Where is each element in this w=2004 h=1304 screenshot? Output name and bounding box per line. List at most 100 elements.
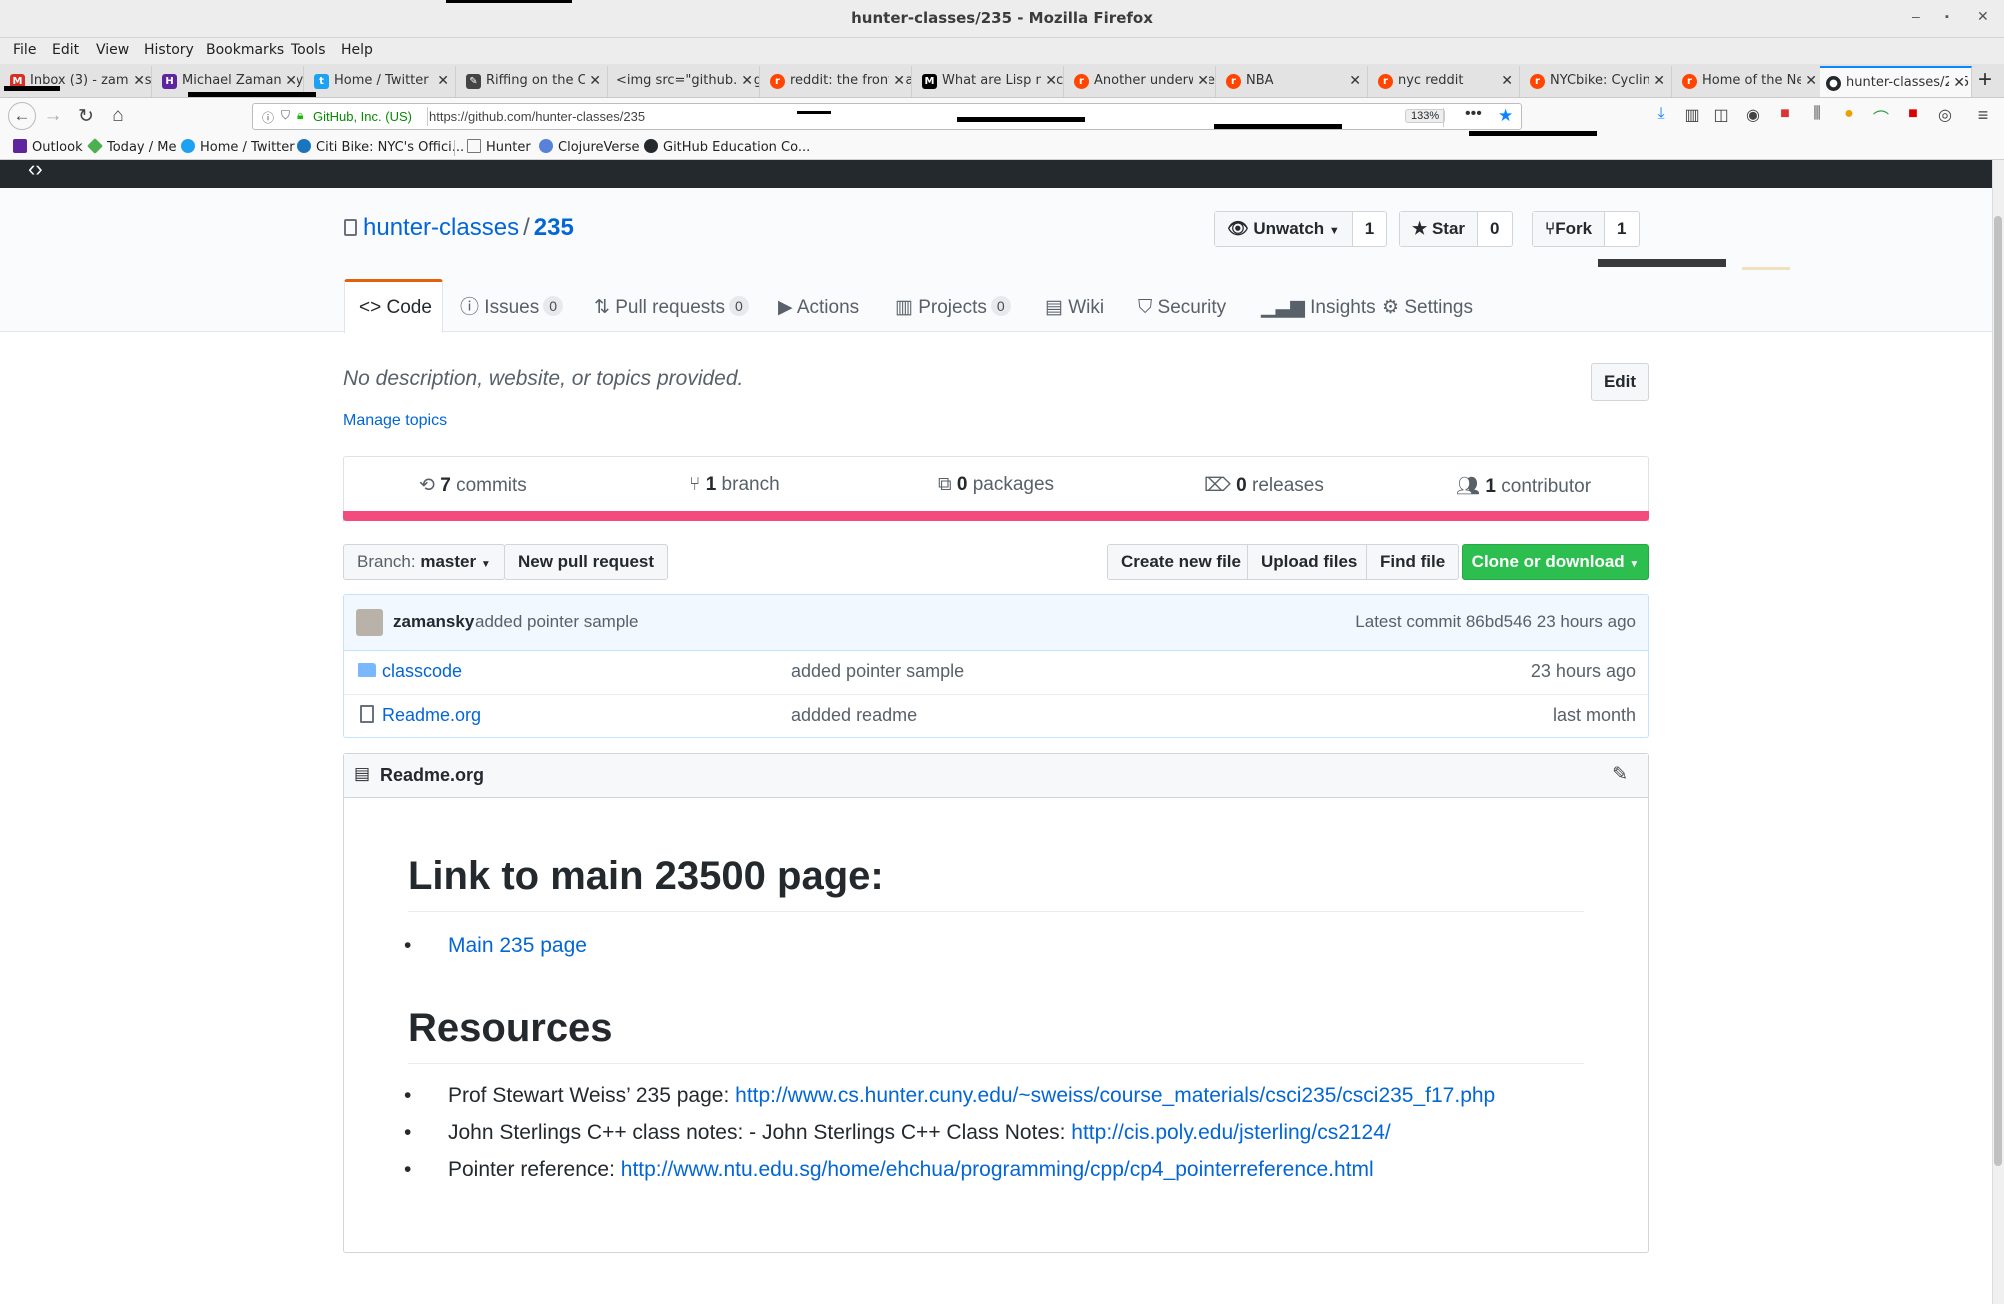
extension-icon[interactable]: ⫼ <box>1804 105 1830 123</box>
tab-close-icon[interactable]: ✕ <box>1041 66 1057 96</box>
browser-tab[interactable]: r NYCbike: Cycling ✕ <box>1524 66 1672 97</box>
avatar[interactable] <box>356 609 383 636</box>
forward-button[interactable]: → <box>40 105 66 127</box>
tab-close-icon[interactable]: ✕ <box>1649 66 1665 96</box>
clone-or-download-button[interactable]: Clone or download ▼ <box>1462 544 1649 580</box>
main-page-link[interactable]: Main 235 page <box>448 934 587 957</box>
tab-close-icon[interactable]: ✕ <box>737 66 753 96</box>
tab-close-icon[interactable]: ✕ <box>129 66 145 96</box>
resource-link[interactable]: http://www.cs.hunter.cuny.edu/~sweiss/co… <box>735 1084 1495 1107</box>
file-name-link[interactable]: Readme.org <box>382 705 481 726</box>
bookmark-item[interactable]: Today / Me <box>87 138 176 155</box>
tab-close-icon[interactable]: ✕ <box>433 66 449 96</box>
new-tab-button[interactable]: + <box>1978 66 1992 94</box>
hamburger-menu-icon[interactable]: ≡ <box>1970 105 1996 126</box>
bookmark-star-icon[interactable]: ★ <box>1498 106 1513 126</box>
sidebar-icon[interactable]: ◫ <box>1708 105 1734 125</box>
info-icon[interactable]: ⓘ <box>262 109 274 126</box>
reload-button[interactable]: ↻ <box>73 105 99 128</box>
releases-link[interactable]: ⌦ 0 releases <box>1204 474 1324 497</box>
tab-code[interactable]: <> Code <box>344 279 443 333</box>
extension-icon[interactable]: ● <box>1836 105 1862 123</box>
tab-security[interactable]: ⛉ Security <box>1138 279 1226 332</box>
browser-tab[interactable]: ✎ Riffing on the CS ✕ <box>460 66 608 97</box>
browser-tab[interactable]: r Home of the New ✕ <box>1676 66 1824 97</box>
tab-close-icon[interactable]: ✕ <box>1949 68 1965 97</box>
tab-close-icon[interactable]: ✕ <box>585 66 601 96</box>
stars-count[interactable]: 0 <box>1478 212 1511 246</box>
create-new-file-button[interactable]: Create new file <box>1107 544 1255 580</box>
browser-tab[interactable]: rreddit: the front page✕ <box>764 66 912 97</box>
menu-history[interactable]: History <box>144 42 194 58</box>
branch-select-button[interactable]: Branch: master ▼ <box>343 544 505 580</box>
tracking-shield-icon[interactable]: ⛉ <box>281 108 290 123</box>
resource-link[interactable]: http://www.ntu.edu.sg/home/ehchua/progra… <box>621 1158 1374 1181</box>
url-text[interactable]: https://github.com/hunter-classes/235 <box>429 109 645 124</box>
browser-tab[interactable]: <img src="github.png" ✕ <box>612 66 760 97</box>
contributors-link[interactable]: 👥︎ 1 contributor <box>1456 474 1591 498</box>
forks-count[interactable]: 1 <box>1605 212 1638 246</box>
zoom-indicator[interactable]: 133% <box>1405 109 1446 123</box>
resource-link[interactable]: http://cis.poly.edu/jsterling/cs2124/ <box>1071 1121 1390 1144</box>
manage-topics-link[interactable]: Manage topics <box>343 412 447 430</box>
tab-close-icon[interactable]: ✕ <box>1345 66 1361 96</box>
maximize-button[interactable]: ▪ <box>1945 11 1949 23</box>
bookmark-item[interactable]: Home / Twitter <box>181 139 295 155</box>
browser-tab[interactable]: r NBA ✕ <box>1220 66 1368 97</box>
repo-name-link[interactable]: 235 <box>534 214 574 241</box>
bookmark-folder[interactable]: Hunter <box>467 139 531 155</box>
browser-tab[interactable]: r nyc reddit ✕ <box>1372 66 1520 97</box>
tab-projects[interactable]: ▥ Projects 0 <box>895 279 1011 332</box>
extension-icon[interactable]: ⌒ <box>1868 105 1894 129</box>
home-button[interactable]: ⌂ <box>105 105 131 127</box>
new-pull-request-button[interactable]: New pull request <box>504 544 669 580</box>
extension-icon[interactable]: ■ <box>1772 105 1798 123</box>
site-identity[interactable]: GitHub, Inc. (US) <box>313 109 412 124</box>
commit-author-link[interactable]: zamansky <box>393 612 474 632</box>
tab-close-icon[interactable]: ✕ <box>1801 66 1817 96</box>
find-file-button[interactable]: Find file <box>1366 544 1460 580</box>
tab-insights[interactable]: ▁▃▆ Insights <box>1261 279 1376 332</box>
tab-close-icon[interactable]: ✕ <box>1497 66 1513 96</box>
bookmark-item[interactable]: GitHub Education Co... <box>644 139 810 155</box>
menu-tools[interactable]: Tools <box>291 42 326 58</box>
tab-pull-requests[interactable]: ⇅ Pull requests 0 <box>594 279 749 332</box>
repo-owner-link[interactable]: hunter-classes <box>363 214 519 241</box>
upload-files-button[interactable]: Upload files <box>1247 544 1372 580</box>
fork-button[interactable]: ⑂Fork <box>1533 212 1606 246</box>
bookmark-item[interactable]: ClojureVerse <box>539 139 640 155</box>
browser-tab[interactable]: MWhat are Lisp macros✕ <box>916 66 1064 97</box>
browser-tab-active[interactable]: ● hunter-classes/235 ✕ <box>1820 66 1972 97</box>
menu-edit[interactable]: Edit <box>52 42 79 58</box>
edit-description-button[interactable]: Edit <box>1591 363 1649 401</box>
tab-actions[interactable]: ▶ Actions <box>778 279 859 332</box>
unwatch-button[interactable]: 👁︎ Unwatch ▼ <box>1215 212 1353 246</box>
menu-view[interactable]: View <box>96 42 129 58</box>
extension-icon[interactable]: ■ <box>1900 105 1926 123</box>
tab-close-icon[interactable]: ✕ <box>889 66 905 96</box>
tab-wiki[interactable]: ▤ Wiki <box>1045 279 1104 332</box>
back-button[interactable]: ← <box>8 102 36 130</box>
bookmark-item[interactable]: Citi Bike: NYC's Offici... <box>297 139 464 155</box>
close-window-button[interactable]: ✕ <box>1977 8 1989 25</box>
browser-tab[interactable]: MInbox (3) - zamansky@gmail.com✕ <box>4 66 152 97</box>
page-actions-icon[interactable]: ••• <box>1465 105 1482 123</box>
branches-link[interactable]: ⑂ 1 branch <box>689 474 780 496</box>
file-commit-message-link[interactable]: added pointer sample <box>791 661 964 682</box>
pencil-icon[interactable]: ✎ <box>1612 763 1628 786</box>
language-bar[interactable] <box>343 511 1649 521</box>
menu-bookmarks[interactable]: Bookmarks <box>206 42 284 58</box>
tab-settings[interactable]: ⚙ Settings <box>1382 279 1473 332</box>
watchers-count[interactable]: 1 <box>1353 212 1386 246</box>
tab-issues[interactable]: ⓘ Issues 0 <box>460 279 564 332</box>
packages-link[interactable]: ⧉ 0 packages <box>938 474 1054 496</box>
minimize-button[interactable]: ‒ <box>1912 8 1920 24</box>
account-icon[interactable]: ◉ <box>1740 105 1766 125</box>
download-icon[interactable]: ⤓ <box>1648 105 1674 123</box>
scrollbar-thumb[interactable] <box>1994 216 2002 1166</box>
bookmark-item[interactable]: Outlook <box>13 139 83 155</box>
menu-file[interactable]: File <box>13 42 36 58</box>
file-commit-message-link[interactable]: addded readme <box>791 705 917 726</box>
star-button[interactable]: ★ Star <box>1400 212 1479 246</box>
lock-icon[interactable]: 🔒︎ <box>297 108 303 123</box>
